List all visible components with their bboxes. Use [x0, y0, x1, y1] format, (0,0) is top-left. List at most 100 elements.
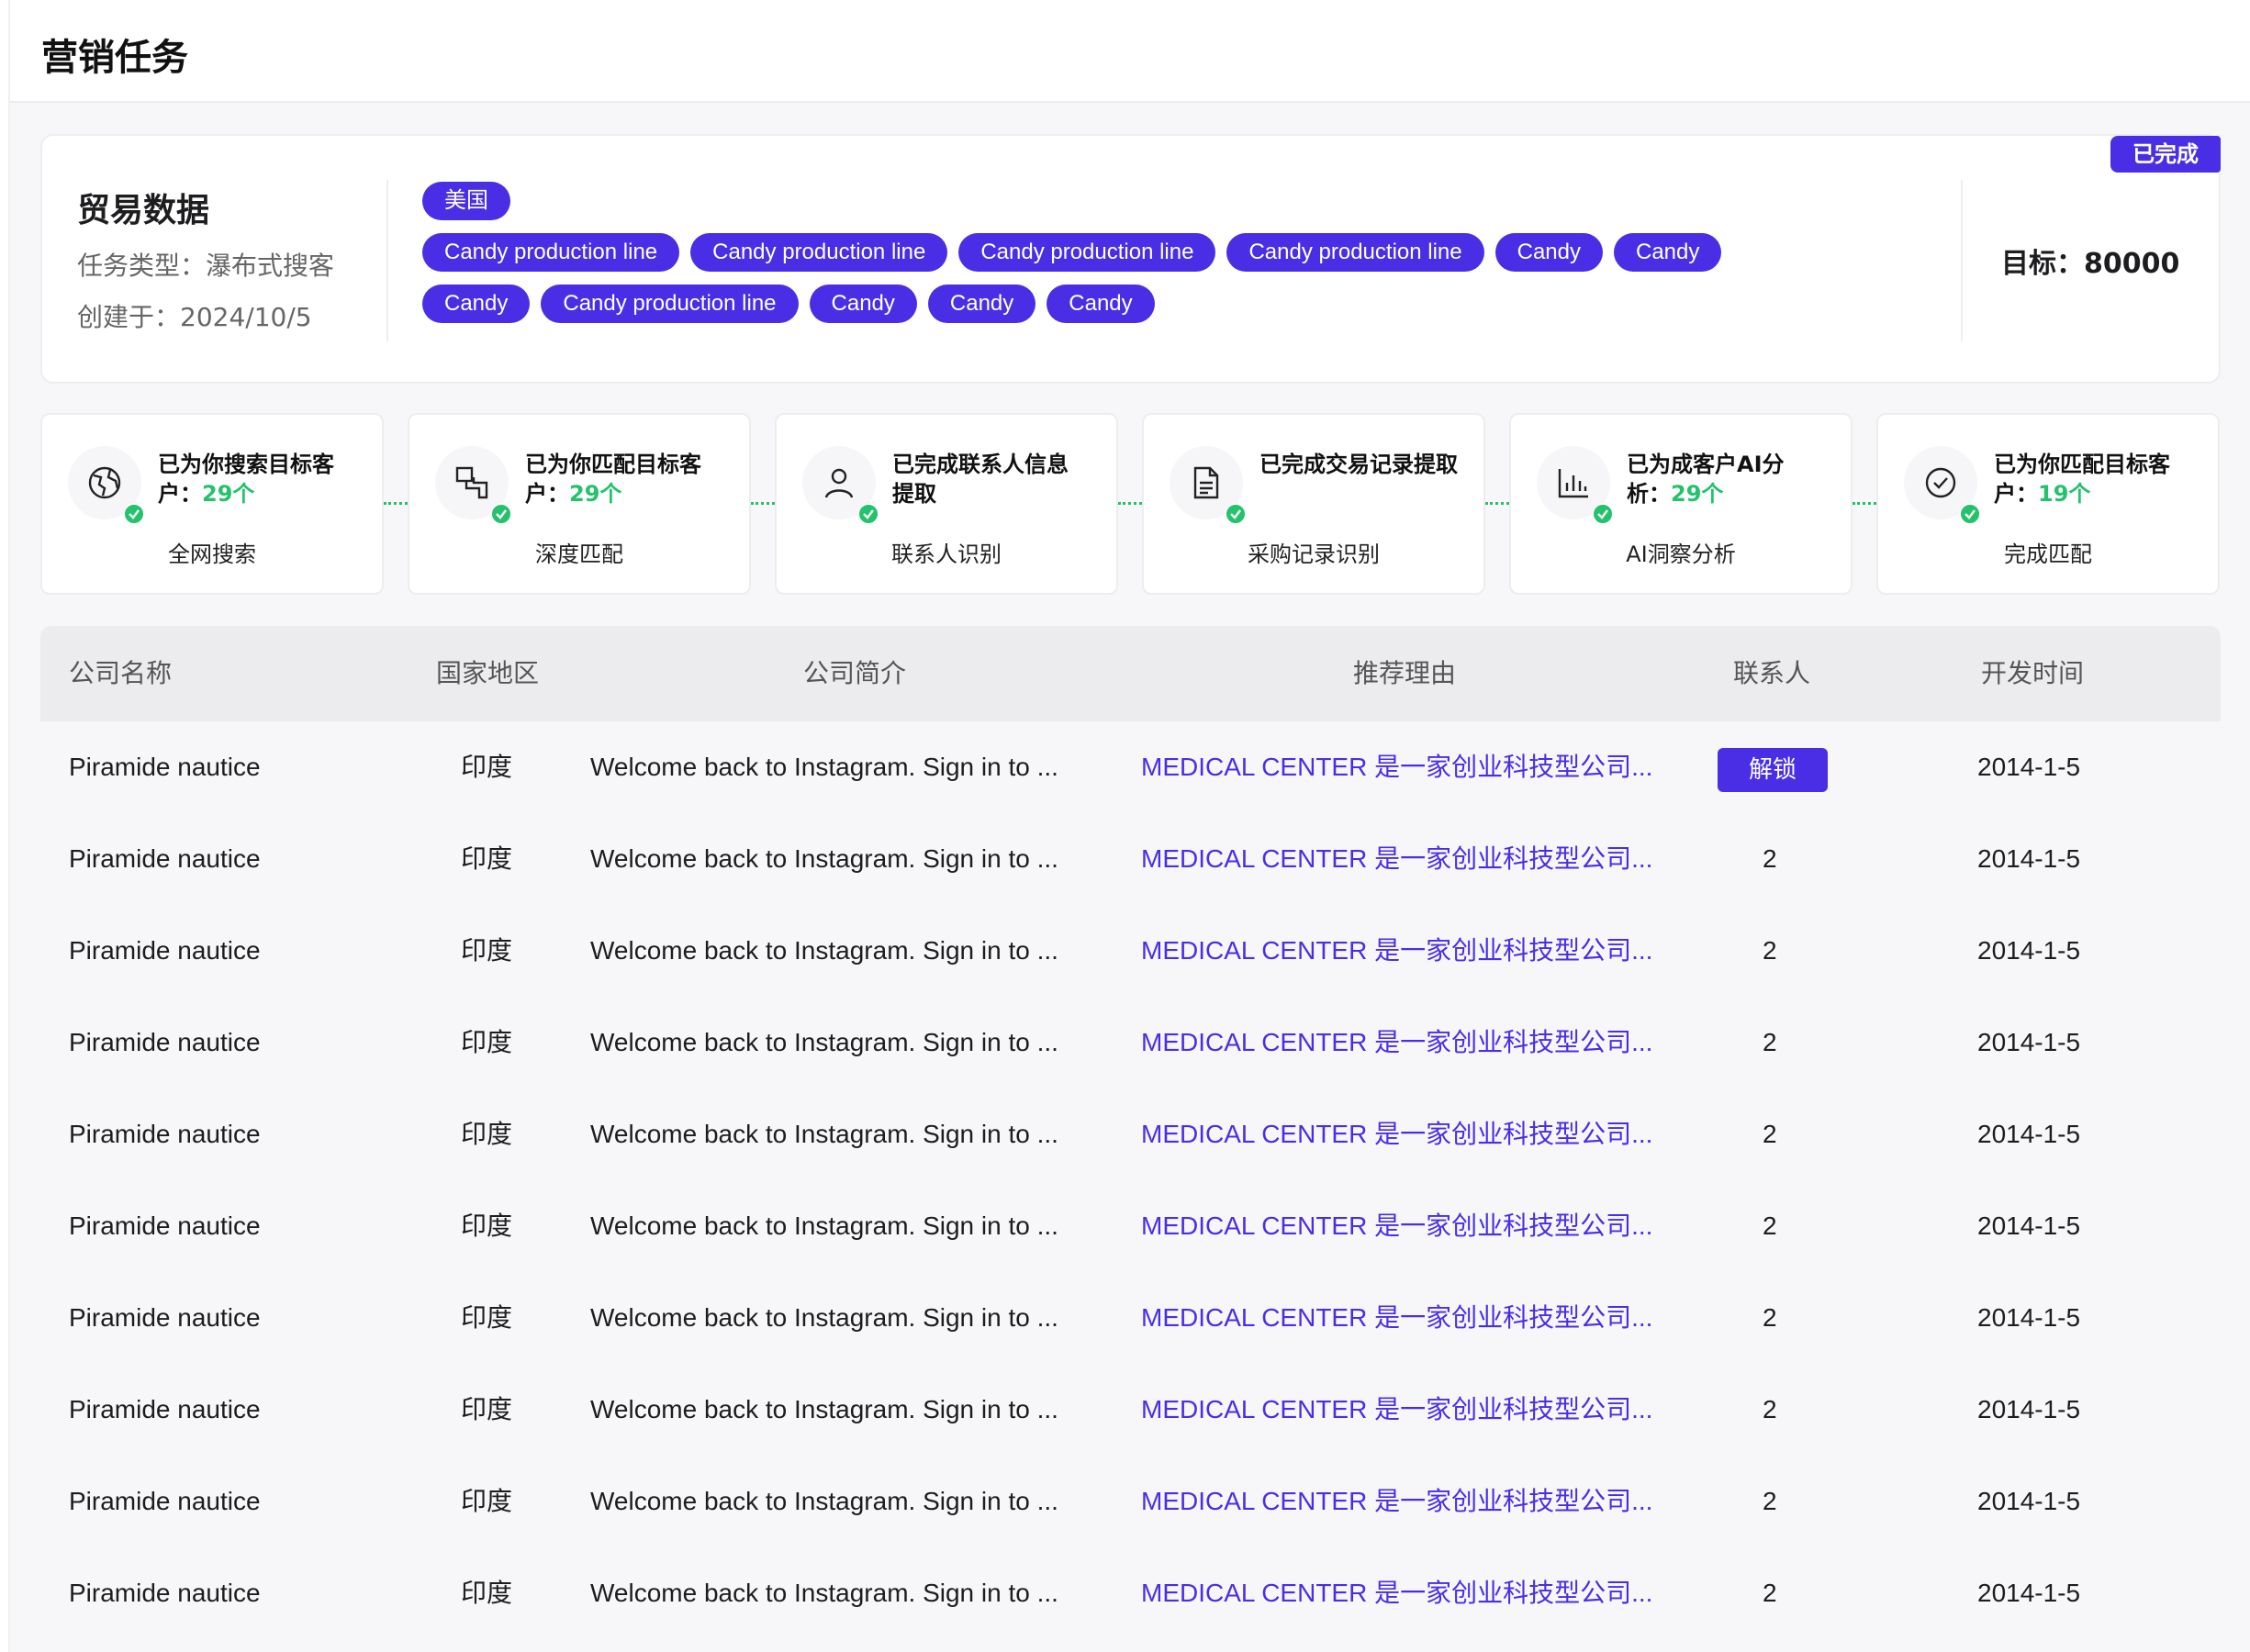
column-header[interactable]: 联系人	[1733, 626, 1810, 721]
dev-date-cell: 2014-1-5	[1977, 753, 2081, 781]
marketing-task-page: 营销任务 贸易数据 任务类型：瀑布式搜客 创建于：2024/10/5 美国 Can…	[0, 0, 2250, 1652]
recommend-reason-cell[interactable]: MEDICAL CENTER 是一家创业科技型公司...	[1141, 721, 1692, 813]
country-cell: 印度	[461, 843, 513, 874]
column-header[interactable]: 开发时间	[1981, 626, 2084, 721]
recommend-reason-cell[interactable]: MEDICAL CENTER 是一家创业科技型公司...	[1141, 905, 1692, 997]
country-cell: 印度	[461, 1027, 513, 1057]
step-count: 29个	[202, 481, 255, 507]
step-card[interactable]: 已完成交易记录提取采购记录识别	[1142, 413, 1485, 595]
table-row[interactable]: Piramide nautice 印度 Welcome back to Instag…	[40, 721, 2221, 813]
company-name-cell: Piramide nautice	[69, 1120, 261, 1148]
person-icon	[802, 446, 879, 525]
keyword-tag[interactable]: Candy production line	[541, 285, 799, 323]
company-name-cell: Piramide nautice	[69, 936, 261, 965]
step-title: 已完成联系人信息 提取	[892, 450, 1103, 508]
contacts-count-cell: 2	[1763, 1395, 1777, 1423]
company-intro-cell: Welcome back to Instagram. Sign in to ..…	[590, 1579, 1058, 1607]
step-label: 采购记录识别	[1248, 541, 1380, 567]
recommend-reason-cell[interactable]: MEDICAL CENTER 是一家创业科技型公司...	[1141, 1456, 1692, 1547]
keyword-tag[interactable]: Candy production line	[690, 233, 948, 272]
recommend-reason-cell[interactable]: MEDICAL CENTER 是一家创业科技型公司...	[1141, 1088, 1692, 1180]
company-intro-cell: Welcome back to Instagram. Sign in to ..…	[590, 1303, 1058, 1332]
target-count: 目标：80000	[2001, 248, 2180, 280]
step-title: 已为你搜索目标客 户：29个	[158, 450, 369, 508]
step-card[interactable]: 已为你匹配目标客 户：19个 完成匹配	[1876, 413, 2220, 595]
keyword-tag[interactable]: Candy production line	[1226, 233, 1484, 272]
contacts-count-cell: 2	[1763, 1211, 1777, 1240]
table-row[interactable]: Piramide nautice 印度 Welcome back to Instag…	[40, 813, 2221, 905]
contacts-count-cell: 2	[1763, 1028, 1777, 1056]
table-row[interactable]: Piramide nautice 印度 Welcome back to Instag…	[40, 1364, 2221, 1456]
contacts-count-cell: 2	[1763, 1303, 1777, 1332]
keyword-tag[interactable]: Candy	[927, 285, 1036, 323]
tag-row: Candy Candy production line Candy Candy Cand…	[422, 285, 1946, 336]
column-header[interactable]: 公司名称	[69, 626, 172, 721]
table-row[interactable]: Piramide nautice 印度 Welcome back to Instag…	[40, 1088, 2221, 1180]
recommend-reason-cell[interactable]: MEDICAL CENTER 是一家创业科技型公司...	[1141, 1180, 1692, 1272]
step-label: AI洞察分析	[1626, 541, 1736, 567]
check-icon	[857, 503, 879, 525]
dev-date-cell: 2014-1-5	[1977, 1303, 2081, 1332]
country-cell: 印度	[461, 1211, 513, 1241]
dev-date-cell: 2014-1-5	[1977, 1487, 2081, 1515]
step-title: 已为成客户AI分 析：29个	[1627, 450, 1838, 508]
keyword-tag[interactable]: Candy production line	[958, 233, 1216, 272]
keyword-tag[interactable]: 美国	[422, 182, 510, 220]
table-row[interactable]: Piramide nautice 印度 Welcome back to Instag…	[40, 905, 2221, 997]
company-intro-cell: Welcome back to Instagram. Sign in to ..…	[590, 1120, 1058, 1148]
column-header[interactable]: 国家地区	[436, 626, 539, 721]
keyword-tag[interactable]: Candy	[1614, 233, 1722, 272]
dev-date-cell: 2014-1-5	[1977, 1120, 2081, 1148]
dev-date-cell: 2014-1-5	[1977, 844, 2081, 873]
step-card[interactable]: 已为你匹配目标客 户：29个 深度匹配	[408, 413, 751, 595]
results-table: 公司名称 国家地区 公司简介 推荐理由 联系人 开发时间 Piramide nautice…	[40, 626, 2221, 1639]
step-title: 已完成交易记录提取	[1259, 450, 1471, 479]
step-title-line2: 户：	[525, 481, 569, 507]
table-row[interactable]: Piramide nautice 印度 Welcome back to Instag…	[40, 997, 2221, 1088]
company-intro-cell: Welcome back to Instagram. Sign in to ..…	[590, 1395, 1058, 1423]
company-intro-cell: Welcome back to Instagram. Sign in to ..…	[590, 1028, 1058, 1056]
step-label: 深度匹配	[535, 541, 623, 567]
keyword-tag[interactable]: Candy	[1047, 285, 1155, 323]
step-title: 已为你匹配目标客 户：19个	[1994, 450, 2205, 508]
recommend-reason-cell[interactable]: MEDICAL CENTER 是一家创业科技型公司...	[1141, 1364, 1692, 1456]
check-icon	[490, 503, 512, 525]
step-connector	[751, 502, 775, 505]
step-title-line1: 已为你匹配目标客	[525, 452, 701, 477]
table-row[interactable]: Piramide nautice 印度 Welcome back to Instag…	[40, 1180, 2221, 1272]
tag-row: 美国	[422, 182, 1946, 233]
country-cell: 印度	[461, 1394, 513, 1424]
step-title-line2: 析：	[1627, 481, 1671, 507]
contacts-count-cell: 2	[1763, 844, 1777, 873]
step-card[interactable]: 已为你搜索目标客 户：29个 全网搜索	[40, 413, 384, 595]
recommend-reason-cell[interactable]: MEDICAL CENTER 是一家创业科技型公司...	[1141, 1547, 1692, 1639]
company-name-cell: Piramide nautice	[69, 1487, 261, 1515]
keyword-tag[interactable]: Candy	[422, 285, 531, 323]
step-card[interactable]: 已完成联系人信息 提取 联系人识别	[775, 413, 1118, 595]
company-intro-cell: Welcome back to Instagram. Sign in to ..…	[590, 753, 1058, 781]
keyword-tag[interactable]: Candy	[1494, 233, 1603, 272]
recommend-reason-cell[interactable]: MEDICAL CENTER 是一家创业科技型公司...	[1141, 1272, 1692, 1364]
unlock-button[interactable]: 解锁	[1718, 748, 1828, 792]
dev-date-cell: 2014-1-5	[1977, 1579, 2081, 1607]
keyword-tag[interactable]: Candy	[809, 285, 917, 323]
table-row[interactable]: Piramide nautice 印度 Welcome back to Instag…	[40, 1456, 2221, 1547]
globe-icon	[68, 446, 145, 525]
contacts-count-cell: 2	[1763, 1579, 1777, 1607]
task-type: 任务类型：瀑布式搜客	[77, 251, 335, 281]
step-title-line1: 已为成客户AI分	[1627, 452, 1785, 477]
contacts-count-cell: 2	[1763, 936, 1777, 965]
check-icon	[1225, 503, 1247, 525]
step-card[interactable]: 已为成客户AI分 析：29个 AI洞察分析	[1509, 413, 1853, 595]
country-cell: 印度	[461, 1486, 513, 1516]
step-title-line1: 已完成联系人信息	[892, 452, 1069, 477]
recommend-reason-cell[interactable]: MEDICAL CENTER 是一家创业科技型公司...	[1141, 997, 1692, 1088]
keyword-tag[interactable]: Candy production line	[422, 233, 680, 272]
step-connector	[1118, 502, 1142, 505]
column-header[interactable]: 推荐理由	[1353, 626, 1456, 721]
recommend-reason-cell[interactable]: MEDICAL CENTER 是一家创业科技型公司...	[1141, 813, 1692, 905]
table-row[interactable]: Piramide nautice 印度 Welcome back to Instag…	[40, 1547, 2221, 1639]
check-icon	[123, 503, 145, 525]
table-row[interactable]: Piramide nautice 印度 Welcome back to Instag…	[40, 1272, 2221, 1364]
column-header[interactable]: 公司简介	[803, 626, 906, 721]
